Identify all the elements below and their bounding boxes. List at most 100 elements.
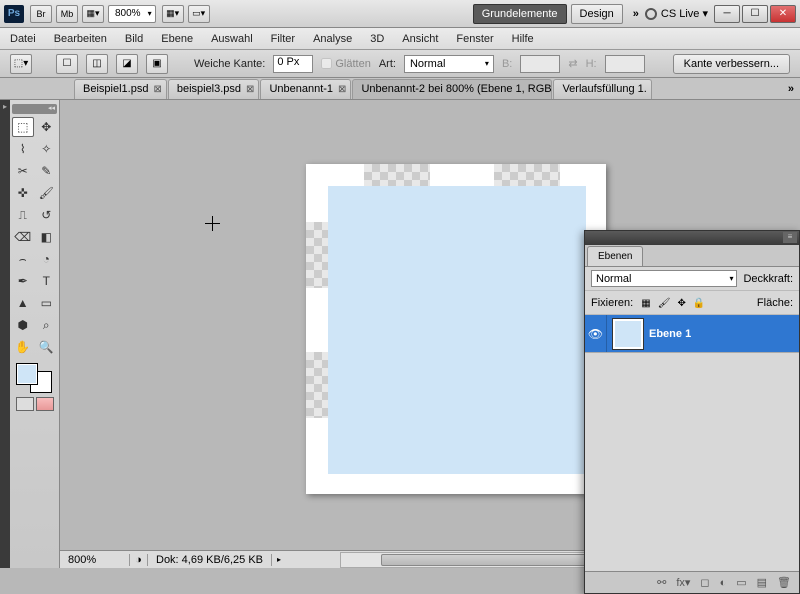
workspace-more-icon[interactable]: »	[633, 8, 639, 20]
refine-edge-button[interactable]: Kante verbessern...	[673, 54, 790, 74]
workspace-grundelemente[interactable]: Grundelemente	[473, 4, 567, 24]
menu-fenster[interactable]: Fenster	[456, 33, 493, 45]
layers-tab[interactable]: Ebenen	[587, 246, 643, 266]
status-expose-icon[interactable]: ◑	[130, 554, 148, 566]
minibridge-button[interactable]: Mb	[56, 5, 78, 23]
status-info-menu-icon[interactable]: ▸	[272, 555, 286, 564]
doc-tab-1[interactable]: Beispiel1.psd⊠	[74, 79, 167, 99]
shape-tool[interactable]: ▭	[36, 293, 58, 313]
lock-all-icon[interactable]: 🔒	[693, 298, 705, 309]
eraser-tool[interactable]: ⌫	[12, 227, 34, 247]
antialias-label: Glätten	[335, 58, 370, 70]
menu-analyse[interactable]: Analyse	[313, 33, 352, 45]
menu-ansicht[interactable]: Ansicht	[402, 33, 438, 45]
arrange-docs-button[interactable]: ▦▾	[162, 5, 184, 23]
lasso-tool[interactable]: ⌇	[12, 139, 34, 159]
doc-tab-5[interactable]: Verlaufsfüllung 1.	[553, 79, 651, 99]
workspace: ▸ ⬚✥ ⌇✧ ✂✎ ✜🖌 ⎍↺ ⌫◧ ⌢◔ ✒T ▲▭ ⬢⌕ ✋🔍	[0, 100, 800, 568]
healing-tool[interactable]: ✜	[12, 183, 34, 203]
brush-tool[interactable]: 🖌	[36, 183, 58, 203]
gradient-tool[interactable]: ◧	[36, 227, 58, 247]
dodge-tool[interactable]: ◔	[36, 249, 58, 269]
panel-titlebar[interactable]: ≡	[585, 231, 799, 245]
left-dock-strip[interactable]: ▸	[0, 100, 10, 568]
document-canvas[interactable]	[306, 164, 606, 494]
add-selection-icon[interactable]: ◫	[86, 54, 108, 74]
feather-input[interactable]: 0 Px	[273, 55, 313, 73]
toolbox-collapse-button[interactable]	[12, 104, 57, 114]
lock-position-icon[interactable]: ✥	[677, 298, 685, 309]
view-extras-button[interactable]: ▦▾	[82, 5, 104, 23]
menu-3d[interactable]: 3D	[370, 33, 384, 45]
3d-tool[interactable]: ⬢	[12, 315, 34, 335]
close-icon[interactable]: ⊠	[153, 84, 161, 95]
close-button[interactable]: ✕	[770, 5, 796, 23]
layer-thumbnail[interactable]	[613, 319, 643, 349]
menu-auswahl[interactable]: Auswahl	[211, 33, 253, 45]
tab-overflow-icon[interactable]: »	[788, 83, 794, 95]
marquee-tool[interactable]: ⬚	[12, 117, 34, 137]
zoom-tool[interactable]: 🔍	[36, 337, 58, 357]
maximize-button[interactable]: ☐	[742, 5, 768, 23]
close-icon[interactable]: ⊠	[338, 84, 346, 95]
link-layers-icon[interactable]: ⚯	[657, 576, 666, 589]
visibility-toggle-icon[interactable]: 👁	[585, 315, 607, 352]
doc-tab-4[interactable]: Unbenannt-2 bei 800% (Ebene 1, RGB/8) *⊠	[352, 79, 552, 99]
type-tool[interactable]: T	[36, 271, 58, 291]
blur-tool[interactable]: ⌢	[12, 249, 34, 269]
cursor-crosshair-icon	[205, 216, 220, 231]
new-selection-icon[interactable]: ☐	[56, 54, 78, 74]
menu-hilfe[interactable]: Hilfe	[512, 33, 534, 45]
new-layer-icon[interactable]: ▤	[757, 576, 767, 589]
status-doc-info[interactable]: Dok: 4,69 KB/6,25 KB	[148, 554, 272, 566]
menu-bar: Datei Bearbeiten Bild Ebene Auswahl Filt…	[0, 28, 800, 50]
screen-mode-button[interactable]: ▭▾	[188, 5, 210, 23]
color-swatches[interactable]	[16, 363, 52, 393]
layer-mask-icon[interactable]: ◻	[700, 576, 709, 589]
status-zoom[interactable]: 800%	[60, 554, 130, 566]
doc-tab-3[interactable]: Unbenannt-1⊠	[260, 79, 351, 99]
height-input	[605, 55, 645, 73]
menu-bild[interactable]: Bild	[125, 33, 143, 45]
height-label: H:	[586, 58, 597, 70]
layer-style-icon[interactable]: fx▾	[676, 576, 690, 589]
layer-name[interactable]: Ebene 1	[649, 328, 691, 340]
menu-filter[interactable]: Filter	[271, 33, 295, 45]
menu-datei[interactable]: Datei	[10, 33, 36, 45]
style-select[interactable]: Normal	[404, 55, 494, 73]
cslive-button[interactable]: CS Live ▾	[645, 7, 708, 20]
workspace-design[interactable]: Design	[571, 4, 623, 24]
foreground-color-swatch[interactable]	[16, 363, 38, 385]
panel-menu-icon[interactable]: ≡	[783, 232, 797, 243]
hand-tool[interactable]: ✋	[12, 337, 34, 357]
intersect-selection-icon[interactable]: ▣	[146, 54, 168, 74]
stamp-tool[interactable]: ⎍	[12, 205, 34, 225]
zoom-level-combo[interactable]: 800%	[108, 5, 156, 23]
subtract-selection-icon[interactable]: ◪	[116, 54, 138, 74]
doc-tab-2[interactable]: beispiel3.psd⊠	[168, 79, 260, 99]
quickmask-mode-button[interactable]	[36, 397, 54, 411]
minimize-button[interactable]: ─	[714, 5, 740, 23]
magic-wand-tool[interactable]: ✧	[36, 139, 58, 159]
standard-mode-button[interactable]	[16, 397, 34, 411]
3d-camera-tool[interactable]: ⌕	[36, 315, 58, 335]
path-select-tool[interactable]: ▲	[12, 293, 34, 313]
blend-mode-select[interactable]: Normal	[591, 270, 737, 287]
close-icon[interactable]: ⊠	[246, 84, 254, 95]
lock-transparent-icon[interactable]: ▦	[641, 298, 650, 309]
group-icon[interactable]: ▭	[736, 576, 746, 589]
adjustment-layer-icon[interactable]: ◐	[720, 577, 727, 589]
bridge-button[interactable]: Br	[30, 5, 52, 23]
menu-bearbeiten[interactable]: Bearbeiten	[54, 33, 107, 45]
crop-tool[interactable]: ✂	[12, 161, 34, 181]
eyedropper-tool[interactable]: ✎	[36, 161, 58, 181]
delete-layer-icon[interactable]: 🗑	[777, 576, 791, 589]
tool-preset-button[interactable]: ⬚▾	[10, 54, 32, 74]
lock-image-icon[interactable]: 🖌	[658, 298, 671, 309]
transparency-pattern	[306, 222, 328, 288]
history-brush-tool[interactable]: ↺	[36, 205, 58, 225]
move-tool[interactable]: ✥	[36, 117, 58, 137]
pen-tool[interactable]: ✒	[12, 271, 34, 291]
menu-ebene[interactable]: Ebene	[161, 33, 193, 45]
layer-item[interactable]: 👁 Ebene 1	[585, 315, 799, 353]
